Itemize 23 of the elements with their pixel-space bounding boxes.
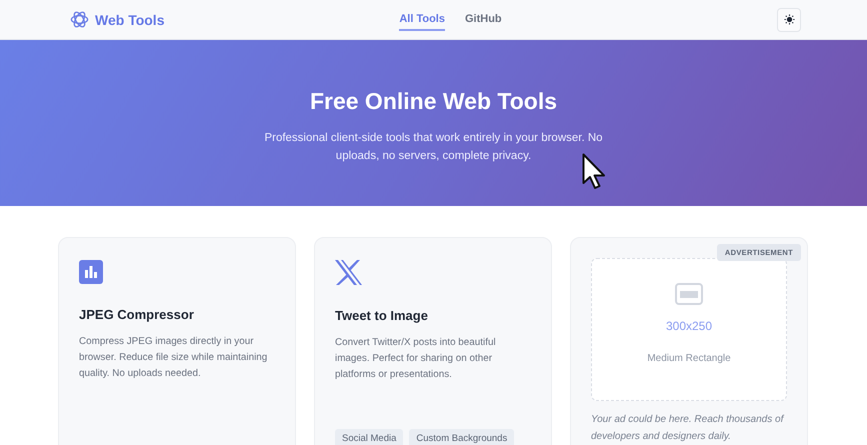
hero-subtitle: Professional client-side tools that work entirely in your browser. No uploads, no servers, complete privacy. [263,131,604,164]
tool-title: Tweet to Image [335,308,429,323]
tool-card[interactable]: JPEG Compressor Compress JPEG images directly in your browser. Reduce file size while maintaining quality. No uploads needed. [58,237,296,445]
logo-icon [70,10,89,29]
tool-card[interactable]: Tweet to Image Convert Twitter/X posts into beautiful images. Perfect for sharing on other platforms or presentations. Social Media Custom Backgrounds [314,237,552,445]
nav-link[interactable]: All Tools [399,8,445,30]
ad-size: 300x250 [666,319,712,333]
x-icon [335,260,362,285]
ad-note: Your ad could be here. Reach thousands of developers and designers daily. [591,413,786,444]
ad-format: Medium Rectangle [647,353,731,364]
mouse-cursor-icon [582,153,607,190]
logo-text[interactable]: Web Tools [95,12,164,28]
chart-icon [79,260,103,284]
banner-icon [675,283,703,305]
nav-link[interactable]: GitHub [464,8,502,30]
tool-tag: Social Media [335,429,404,445]
tool-description: Convert Twitter/X posts into beautiful images. Perfect for sharing on other platforms or presentations. [335,336,497,382]
sun-icon [784,14,795,25]
tool-description: Compress JPEG images directly in your browser. Reduce file size while maintaining quality. No uploads needed. [79,335,268,381]
tool-tag: Custom Backgrounds [409,429,514,445]
hero-title: Free Online Web Tools [310,88,558,115]
tool-title: JPEG Compressor [79,307,195,322]
theme-toggle-button[interactable] [777,8,802,32]
